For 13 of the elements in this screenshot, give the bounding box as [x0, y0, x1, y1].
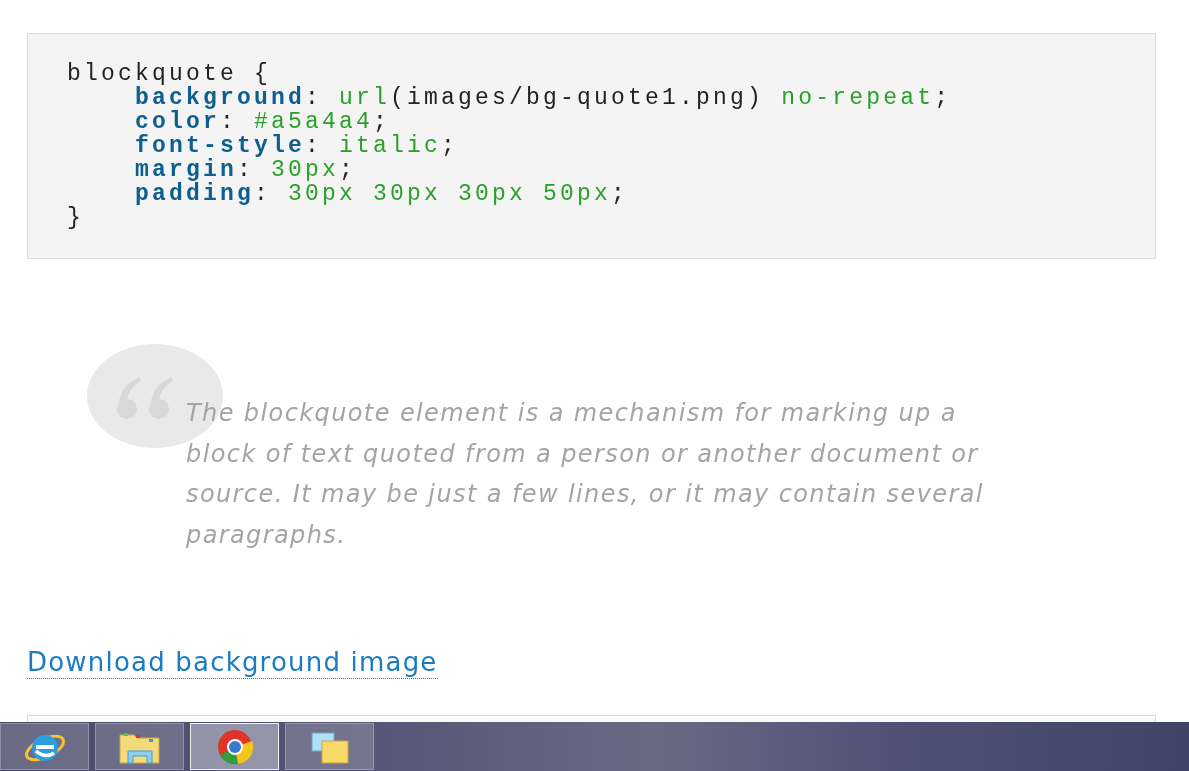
code-line: margin: 30px; [135, 158, 357, 182]
taskbar-button[interactable] [190, 723, 279, 770]
code-line: font-style: italic; [135, 134, 459, 158]
blockquote-text: The blockquote element is a mechanism for marking up a block of text quoted from a person or another document or source. It may be just a few lines, or it may contain several paragraphs. [186, 398, 985, 551]
code-line: blockquote { [67, 62, 272, 86]
taskbar-button[interactable] [95, 723, 184, 770]
code-line: } [67, 206, 84, 230]
code-line: background: url(images/bg-quote1.png) no-repeat; [135, 86, 952, 110]
code-line: color: #a5a4a4; [135, 110, 391, 134]
taskbar-button[interactable] [285, 723, 374, 770]
code-line: padding: 30px 30px 30px 50px; [135, 182, 629, 206]
taskbar-button[interactable] [0, 723, 89, 770]
download-link[interactable]: Download background image [27, 647, 438, 679]
